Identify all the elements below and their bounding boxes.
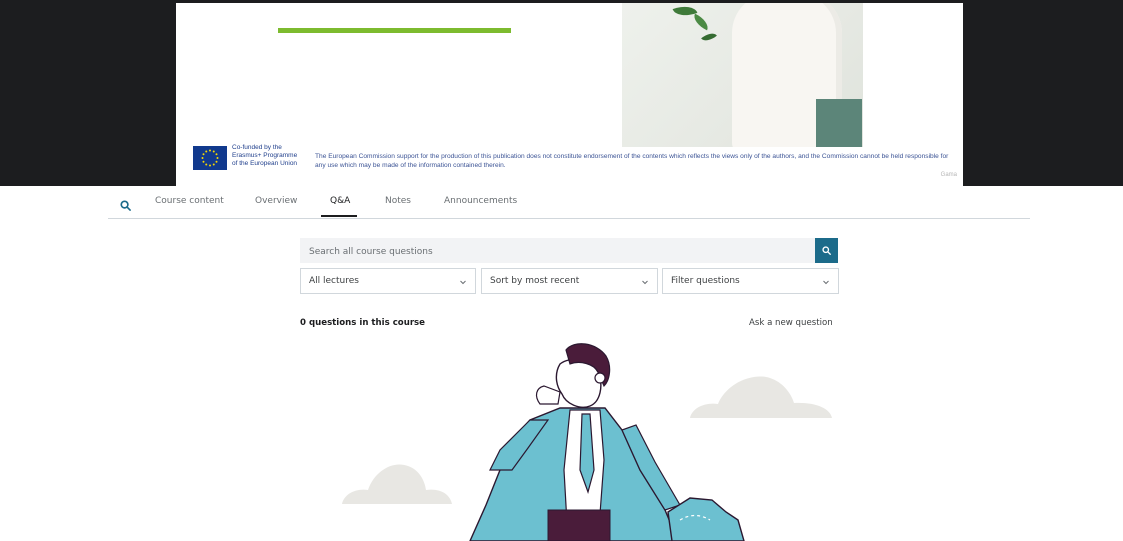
cloud-shape: [690, 376, 832, 418]
chevron-down-icon: [642, 280, 648, 285]
person-ear: [594, 372, 606, 384]
leaf-shape: [701, 29, 717, 45]
slide-accent-bar: [278, 28, 511, 33]
tab-announcements[interactable]: Announcements: [444, 196, 517, 206]
lectures-select[interactable]: All lectures: [300, 268, 476, 294]
tab-notes[interactable]: Notes: [385, 196, 411, 206]
eu-disclaimer: The European Commission support for the …: [315, 153, 949, 169]
qa-search-input[interactable]: [301, 240, 807, 264]
eu-flag-icon: [193, 146, 227, 170]
eu-label-line: of the European Union: [232, 160, 298, 167]
tab-overview[interactable]: Overview: [255, 196, 297, 206]
chevron-down-icon: [460, 280, 466, 285]
leaf-shape: [690, 13, 712, 31]
qa-search-button[interactable]: [815, 238, 838, 263]
ask-question-link[interactable]: Ask a new question: [749, 318, 833, 328]
course-tabs: Course content Overview Q&A Notes Announ…: [108, 186, 1030, 219]
sort-select-value: Sort by most recent: [490, 276, 580, 286]
tab-qa[interactable]: Q&A: [330, 196, 350, 206]
eu-label-line: Erasmus+ Programme: [232, 152, 298, 159]
search-icon[interactable]: [120, 196, 132, 211]
lecture-slide: Co-funded by the Erasmus+ Programme of t…: [176, 3, 963, 186]
folded-paper: [667, 497, 745, 541]
questions-count: 0 questions in this course: [300, 318, 425, 328]
tab-course-content[interactable]: Course content: [155, 196, 224, 206]
filter-select-value: Filter questions: [671, 276, 740, 286]
video-player[interactable]: Co-funded by the Erasmus+ Programme of t…: [0, 0, 1123, 186]
person-arm: [535, 385, 561, 405]
person-trousers: [547, 509, 611, 541]
qa-search-box: [300, 238, 815, 264]
lectures-select-value: All lectures: [309, 276, 359, 286]
chevron-down-icon: [823, 280, 829, 285]
eu-cofunded-label: Co-funded by the Erasmus+ Programme of t…: [232, 144, 312, 168]
filter-questions-select[interactable]: Filter questions: [662, 268, 839, 294]
cloud-shape: [342, 464, 452, 504]
slide-photo: [622, 3, 863, 147]
eu-label-line: Co-funded by the: [232, 144, 282, 151]
search-icon: [822, 246, 831, 255]
photo-background-block: [816, 99, 862, 147]
slide-watermark: Gama: [940, 172, 957, 178]
active-tab-indicator: [321, 215, 357, 217]
empty-state-illustration: [342, 343, 832, 541]
sort-select[interactable]: Sort by most recent: [481, 268, 658, 294]
